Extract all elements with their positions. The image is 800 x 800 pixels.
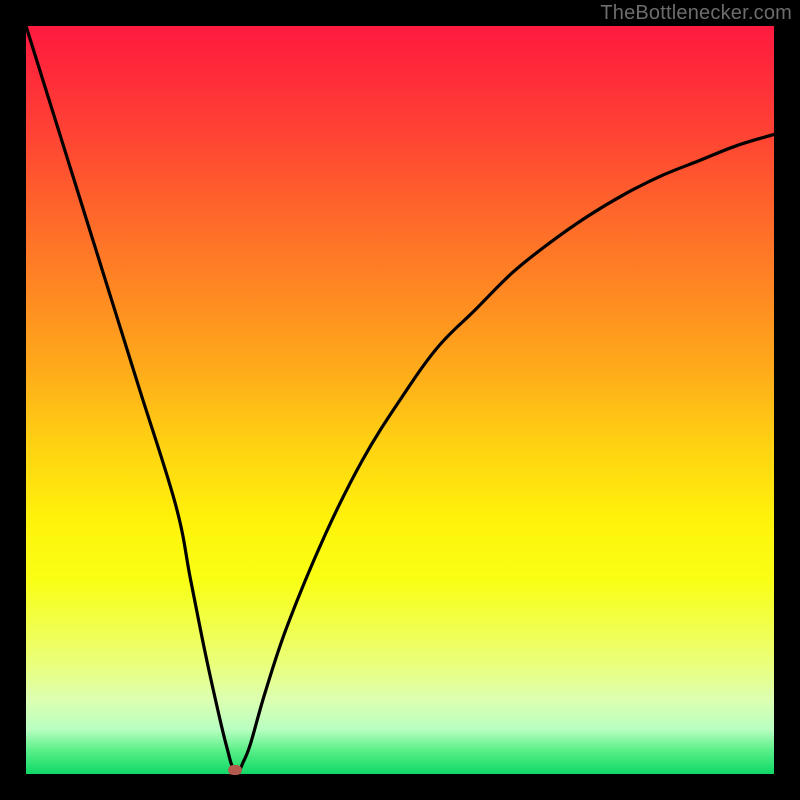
bottleneck-curve <box>26 26 774 771</box>
optimal-point-marker <box>228 765 242 775</box>
curve-svg <box>26 26 774 774</box>
plot-area <box>26 26 774 774</box>
watermark-text: TheBottlenecker.com <box>600 2 792 25</box>
chart-stage: TheBottlenecker.com <box>0 0 800 800</box>
